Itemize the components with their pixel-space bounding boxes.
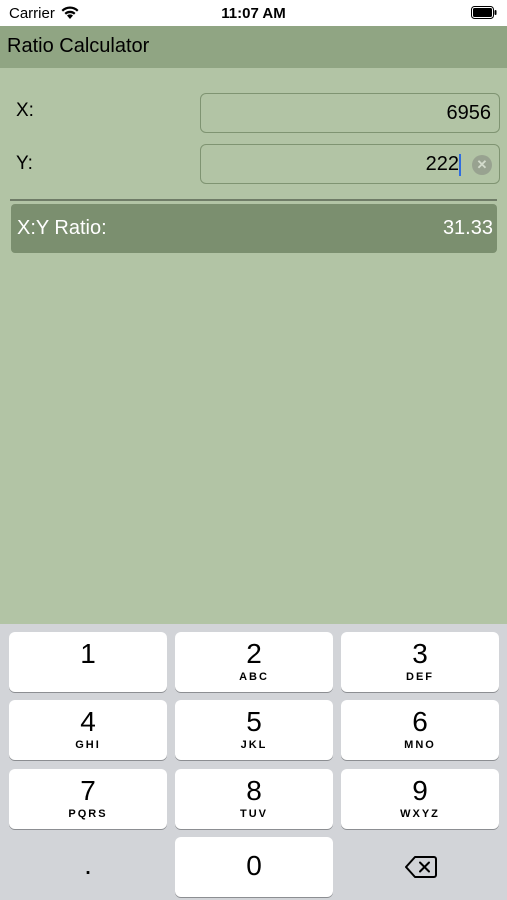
backspace-key[interactable] — [341, 837, 499, 897]
page-title: Ratio Calculator — [7, 35, 150, 57]
key-9[interactable]: 9 WXYZ — [341, 769, 499, 829]
key-letters: PQRS — [68, 808, 108, 820]
ratio-label: X:Y Ratio: — [17, 217, 107, 239]
x-label: X: — [16, 100, 34, 121]
divider — [10, 199, 497, 201]
y-input-value: 222 — [425, 153, 459, 175]
key-digit: 5 — [246, 706, 262, 737]
key-letters: WXYZ — [400, 808, 440, 820]
key-letters: ABC — [239, 671, 269, 683]
key-5[interactable]: 5 JKL — [175, 700, 333, 760]
clear-text-icon[interactable]: ✕ — [472, 155, 492, 175]
key-6[interactable]: 6 MNO — [341, 700, 499, 760]
key-letters: GHI — [75, 739, 101, 751]
key-digit: 7 — [80, 775, 96, 806]
x-input[interactable]: 6956 — [200, 93, 500, 133]
text-cursor — [459, 154, 461, 176]
key-digit: 6 — [412, 706, 428, 737]
key-decimal[interactable]: . — [9, 837, 167, 897]
key-letters: TUV — [240, 808, 268, 820]
nav-bar: Ratio Calculator — [0, 26, 507, 68]
key-letters: MNO — [404, 739, 436, 751]
battery-icon — [471, 6, 497, 19]
key-1[interactable]: 1 — [9, 632, 167, 692]
key-digit: 9 — [412, 775, 428, 806]
key-letters: JKL — [240, 739, 268, 751]
key-digit: 3 — [412, 638, 428, 669]
key-digit: 0 — [246, 850, 262, 881]
status-bar: Carrier 11:07 AM — [0, 0, 507, 26]
key-4[interactable]: 4 GHI — [9, 700, 167, 760]
key-3[interactable]: 3 DEF — [341, 632, 499, 692]
ratio-value: 31.33 — [442, 217, 493, 239]
key-7[interactable]: 7 PQRS — [9, 769, 167, 829]
ratio-result: X:Y Ratio: 31.33 — [11, 204, 497, 253]
key-digit: 8 — [246, 775, 262, 806]
x-input-value: 6956 — [446, 102, 492, 124]
y-input[interactable]: 222 ✕ — [200, 144, 500, 184]
y-label: Y: — [16, 153, 33, 174]
numeric-keypad: 1 2 ABC 3 DEF 4 GHI 5 JKL 6 MNO 7 PQRS 8… — [0, 624, 507, 900]
key-8[interactable]: 8 TUV — [175, 769, 333, 829]
key-letters: DEF — [406, 671, 434, 683]
key-decimal-label: . — [84, 849, 92, 880]
key-0[interactable]: 0 — [175, 837, 333, 897]
key-digit: 1 — [80, 638, 96, 669]
key-digit: 4 — [80, 706, 96, 737]
backspace-icon — [405, 856, 437, 878]
key-2[interactable]: 2 ABC — [175, 632, 333, 692]
key-digit: 2 — [246, 638, 262, 669]
status-time: 11:07 AM — [221, 5, 286, 22]
